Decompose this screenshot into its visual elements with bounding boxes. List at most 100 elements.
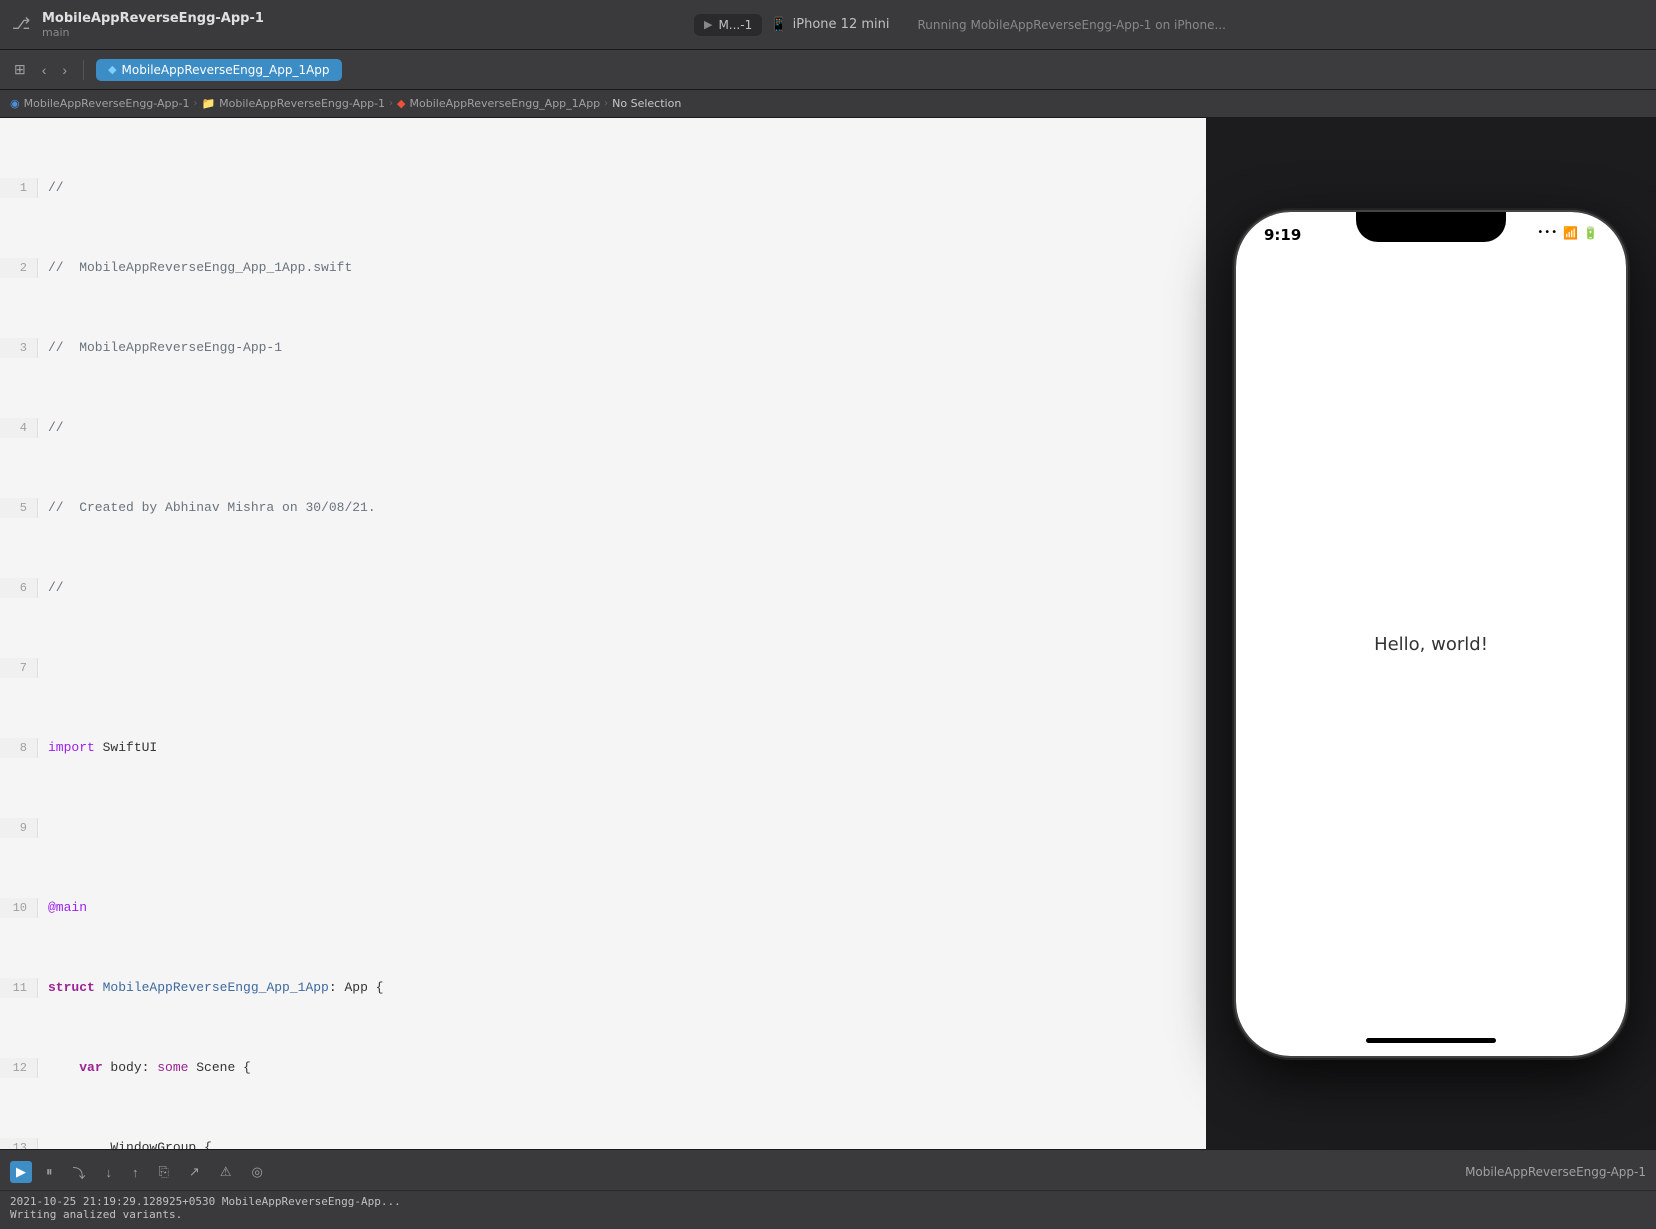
project-info: MobileAppReverseEngg-App-1 main	[42, 11, 264, 39]
pause-button[interactable]: ⏸	[40, 1161, 59, 1183]
location-button[interactable]: ◎	[245, 1161, 268, 1183]
main-content: 1 // 2 // MobileAppReverseEngg_App_1App.…	[0, 118, 1656, 1149]
line-num-13: 13	[0, 1138, 38, 1149]
breadcrumb-label-2: MobileAppReverseEngg_App_1App	[410, 97, 601, 110]
copy-button[interactable]: ⎘	[153, 1161, 175, 1183]
breadcrumb-icon-0: ◉	[10, 97, 20, 110]
code-line-10: 10 @main	[0, 898, 1206, 918]
line-code-11: struct MobileAppReverseEngg_App_1App: Ap…	[38, 978, 383, 998]
line-num-6: 6	[0, 578, 38, 598]
status-time: 9:19	[1264, 226, 1301, 244]
breadcrumb-sep-0: ›	[193, 98, 197, 109]
code-line-13: 13 WindowGroup {	[0, 1138, 1206, 1149]
battery-icon: 🔋	[1583, 226, 1598, 240]
status-line-2: Writing analized variants.	[10, 1208, 1646, 1221]
line-num-12: 12	[0, 1058, 38, 1078]
line-num-5: 5	[0, 498, 38, 518]
breadcrumb: ◉ MobileAppReverseEngg-App-1 › 📁 MobileA…	[0, 90, 1656, 118]
back-button[interactable]: ‹	[38, 60, 51, 80]
code-line-12: 12 var body: some Scene {	[0, 1058, 1206, 1078]
breadcrumb-label-0: MobileAppReverseEngg-App-1	[24, 97, 190, 110]
warning-button[interactable]: ⚠	[214, 1161, 238, 1183]
code-lines: 1 // 2 // MobileAppReverseEngg_App_1App.…	[0, 118, 1206, 1149]
breadcrumb-sep-1: ›	[389, 98, 393, 109]
device-icon: 📱	[770, 17, 787, 33]
swift-icon-2: ◆	[397, 97, 405, 110]
project-branch: main	[42, 26, 264, 39]
phone-simulator: 9:19 ••• 📶 🔋 Hello, world!	[1206, 118, 1656, 1149]
tab-item-0[interactable]: ◆ MobileAppReverseEngg_App_1App	[96, 59, 341, 81]
line-code-1: //	[38, 178, 64, 198]
breadcrumb-sep-2: ›	[604, 98, 608, 109]
line-num-4: 4	[0, 418, 38, 438]
code-line-6: 6 //	[0, 578, 1206, 598]
scheme-label: M...-1	[718, 18, 752, 32]
tab-label-0: MobileAppReverseEngg_App_1App	[122, 63, 330, 77]
phone-frame: 9:19 ••• 📶 🔋 Hello, world!	[1236, 212, 1626, 1056]
breadcrumb-label-1: MobileAppReverseEngg-App-1	[219, 97, 385, 110]
project-name: MobileAppReverseEngg-App-1	[42, 11, 264, 26]
bottom-project-label: MobileAppReverseEngg-App-1	[1465, 1165, 1646, 1179]
code-line-11: 11 struct MobileAppReverseEngg_App_1App:…	[0, 978, 1206, 998]
line-num-11: 11	[0, 978, 38, 998]
line-num-9: 9	[0, 818, 38, 838]
run-button[interactable]: ▶	[10, 1161, 32, 1183]
title-bar-left: ⎇ MobileAppReverseEngg-App-1 main	[12, 11, 264, 39]
line-code-12: var body: some Scene {	[38, 1058, 251, 1078]
status-icons: ••• 📶 🔋	[1537, 226, 1598, 240]
xcode-icon: ⎇	[12, 14, 34, 36]
hello-world-text: Hello, world!	[1374, 634, 1488, 655]
title-bar-center: ▶ M...-1 📱 iPhone 12 mini Running Mobile…	[276, 14, 1644, 36]
line-num-3: 3	[0, 338, 38, 358]
code-line-7: 7	[0, 658, 1206, 678]
title-bar: ⎇ MobileAppReverseEngg-App-1 main ▶ M...…	[0, 0, 1656, 50]
line-code-8: import SwiftUI	[38, 738, 157, 758]
phone-home-bar	[1236, 1026, 1626, 1056]
line-num-8: 8	[0, 738, 38, 758]
code-line-5: 5 // Created by Abhinav Mishra on 30/08/…	[0, 498, 1206, 518]
device-selector[interactable]: 📱 iPhone 12 mini	[770, 17, 889, 33]
device-name: iPhone 12 mini	[793, 17, 890, 32]
forward-button[interactable]: ›	[58, 60, 71, 80]
line-code-3: // MobileAppReverseEngg-App-1	[38, 338, 282, 358]
breadcrumb-item-0[interactable]: ◉ MobileAppReverseEngg-App-1	[10, 97, 189, 110]
line-num-7: 7	[0, 658, 38, 678]
line-code-4: //	[38, 418, 64, 438]
line-code-2: // MobileAppReverseEngg_App_1App.swift	[38, 258, 352, 278]
running-status: Running MobileAppReverseEngg-App-1 on iP…	[917, 18, 1225, 32]
home-bar-line	[1366, 1038, 1496, 1043]
scheme-selector[interactable]: ▶ M...-1	[694, 14, 762, 36]
line-code-5: // Created by Abhinav Mishra on 30/08/21…	[38, 498, 376, 518]
wifi-icon: 📶	[1563, 226, 1578, 240]
line-code-10: @main	[38, 898, 87, 918]
share-button[interactable]: ↗	[183, 1161, 206, 1183]
line-num-1: 1	[0, 178, 38, 198]
toolbar-divider-1	[83, 60, 84, 80]
breadcrumb-item-1[interactable]: 📁 MobileAppReverseEngg-App-1	[201, 97, 385, 110]
step-over-button[interactable]: ⤵	[67, 1160, 92, 1185]
grid-view-button[interactable]: ⊞	[10, 59, 30, 80]
breadcrumb-folder-icon-1: 📁	[201, 97, 215, 110]
breadcrumb-item-2[interactable]: ◆ MobileAppReverseEngg_App_1App	[397, 97, 600, 110]
code-line-1: 1 //	[0, 178, 1206, 198]
bottom-toolbar: ▶ ⏸ ⤵ ↓ ↑ ⎘ ↗ ⚠ ◎ MobileAppReverseEngg-A…	[0, 1155, 1656, 1191]
phone-screen: 9:19 ••• 📶 🔋 Hello, world!	[1236, 212, 1626, 1056]
code-editor[interactable]: 1 // 2 // MobileAppReverseEngg_App_1App.…	[0, 118, 1206, 1149]
swift-file-icon: ◆	[108, 63, 116, 76]
phone-content: Hello, world!	[1236, 264, 1626, 1026]
bottom-bar: ▶ ⏸ ⤵ ↓ ↑ ⎘ ↗ ⚠ ◎ MobileAppReverseEngg-A…	[0, 1149, 1656, 1229]
bottom-status: 2021-10-25 21:19:29.128925+0530 MobileAp…	[0, 1191, 1656, 1225]
code-line-2: 2 // MobileAppReverseEngg_App_1App.swift	[0, 258, 1206, 278]
line-code-6: //	[38, 578, 64, 598]
toolbar: ⊞ ‹ › ◆ MobileAppReverseEngg_App_1App	[0, 50, 1656, 90]
line-code-13: WindowGroup {	[38, 1138, 212, 1149]
step-out-button[interactable]: ↑	[126, 1162, 145, 1183]
breadcrumb-label-3: No Selection	[612, 97, 681, 110]
line-num-2: 2	[0, 258, 38, 278]
step-in-button[interactable]: ↓	[100, 1162, 119, 1183]
status-line-1: 2021-10-25 21:19:29.128925+0530 MobileAp…	[10, 1195, 1646, 1208]
phone-notch	[1356, 212, 1506, 242]
code-line-9: 9	[0, 818, 1206, 838]
code-line-3: 3 // MobileAppReverseEngg-App-1	[0, 338, 1206, 358]
breadcrumb-item-3[interactable]: No Selection	[612, 97, 681, 110]
